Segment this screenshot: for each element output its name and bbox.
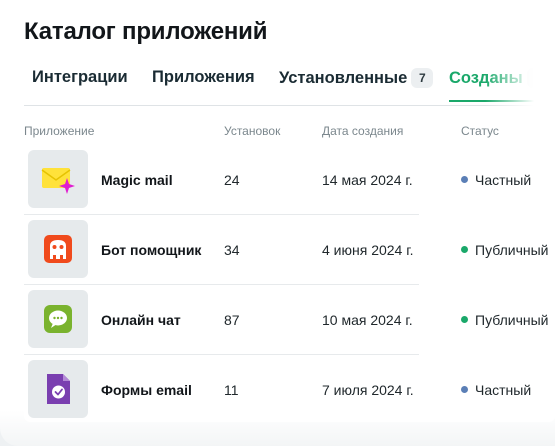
- app-name[interactable]: Magic mail: [101, 172, 173, 188]
- table-row[interactable]: Формы email 11 7 июля 2024 г. Частный: [24, 356, 555, 422]
- tab-count-badge: 4: [526, 68, 549, 88]
- tab-label: Приложения: [152, 68, 255, 86]
- chat-icon: [28, 290, 88, 348]
- page-title: Каталог приложений: [24, 18, 268, 45]
- table-row[interactable]: Magic mail 24 14 мая 2024 г. Частный: [24, 146, 555, 212]
- status-dot-icon: [461, 316, 468, 323]
- tab-label: Созданы: [449, 69, 523, 87]
- row-divider: [24, 284, 419, 285]
- active-tab-indicator: [449, 100, 549, 102]
- install-count: 34: [224, 242, 240, 258]
- install-count: 11: [224, 382, 239, 398]
- column-header-status: Статус: [461, 124, 499, 138]
- tab-integrations[interactable]: Интеграции: [32, 68, 128, 87]
- bot-icon: [28, 220, 88, 278]
- status-label: Публичный: [475, 242, 549, 258]
- status-label: Публичный: [475, 312, 549, 328]
- table-row[interactable]: Онлайн чат 87 10 мая 2024 г. Публичный: [24, 286, 555, 352]
- created-date: 14 мая 2024 г.: [322, 172, 413, 188]
- app-name[interactable]: Формы email: [101, 382, 192, 398]
- install-count: 87: [224, 312, 240, 328]
- tab-label: Интеграции: [32, 68, 128, 86]
- column-header-app: Приложение: [24, 124, 95, 138]
- magic-mail-icon: [28, 150, 88, 208]
- tab-count-badge: 7: [411, 68, 434, 88]
- table-row[interactable]: Бот помощник 34 4 июня 2024 г. Публичный: [24, 216, 555, 282]
- created-date: 7 июля 2024 г.: [322, 382, 414, 398]
- tab-divider: [24, 105, 555, 106]
- app-name[interactable]: Бот помощник: [101, 242, 201, 258]
- tab-created[interactable]: Созданы 4: [449, 68, 549, 102]
- tab-label: Установленные: [279, 69, 408, 87]
- status-dot-icon: [461, 386, 468, 393]
- created-date: 4 июня 2024 г.: [322, 242, 414, 258]
- status-label: Частный: [475, 382, 532, 398]
- app-name[interactable]: Онлайн чат: [101, 312, 181, 328]
- install-count: 24: [224, 172, 240, 188]
- column-header-created: Дата создания: [322, 124, 404, 138]
- row-divider: [24, 214, 419, 215]
- app-catalog-panel: Каталог приложений Интеграции Приложения…: [0, 0, 555, 446]
- status-label: Частный: [475, 172, 532, 188]
- tab-installed[interactable]: Установленные 7: [279, 68, 434, 88]
- status-badge: Публичный: [461, 312, 549, 328]
- row-divider: [24, 354, 419, 355]
- status-badge: Частный: [461, 382, 531, 398]
- created-date: 10 мая 2024 г.: [322, 312, 413, 328]
- tab-bar: Интеграции Приложения Установленные 7 Соз…: [0, 62, 555, 106]
- tab-applications[interactable]: Приложения: [152, 68, 255, 87]
- status-dot-icon: [461, 246, 468, 253]
- status-dot-icon: [461, 176, 468, 183]
- status-badge: Частный: [461, 172, 531, 188]
- column-header-installs: Установок: [224, 124, 281, 138]
- status-badge: Публичный: [461, 242, 549, 258]
- email-form-icon: [28, 360, 88, 418]
